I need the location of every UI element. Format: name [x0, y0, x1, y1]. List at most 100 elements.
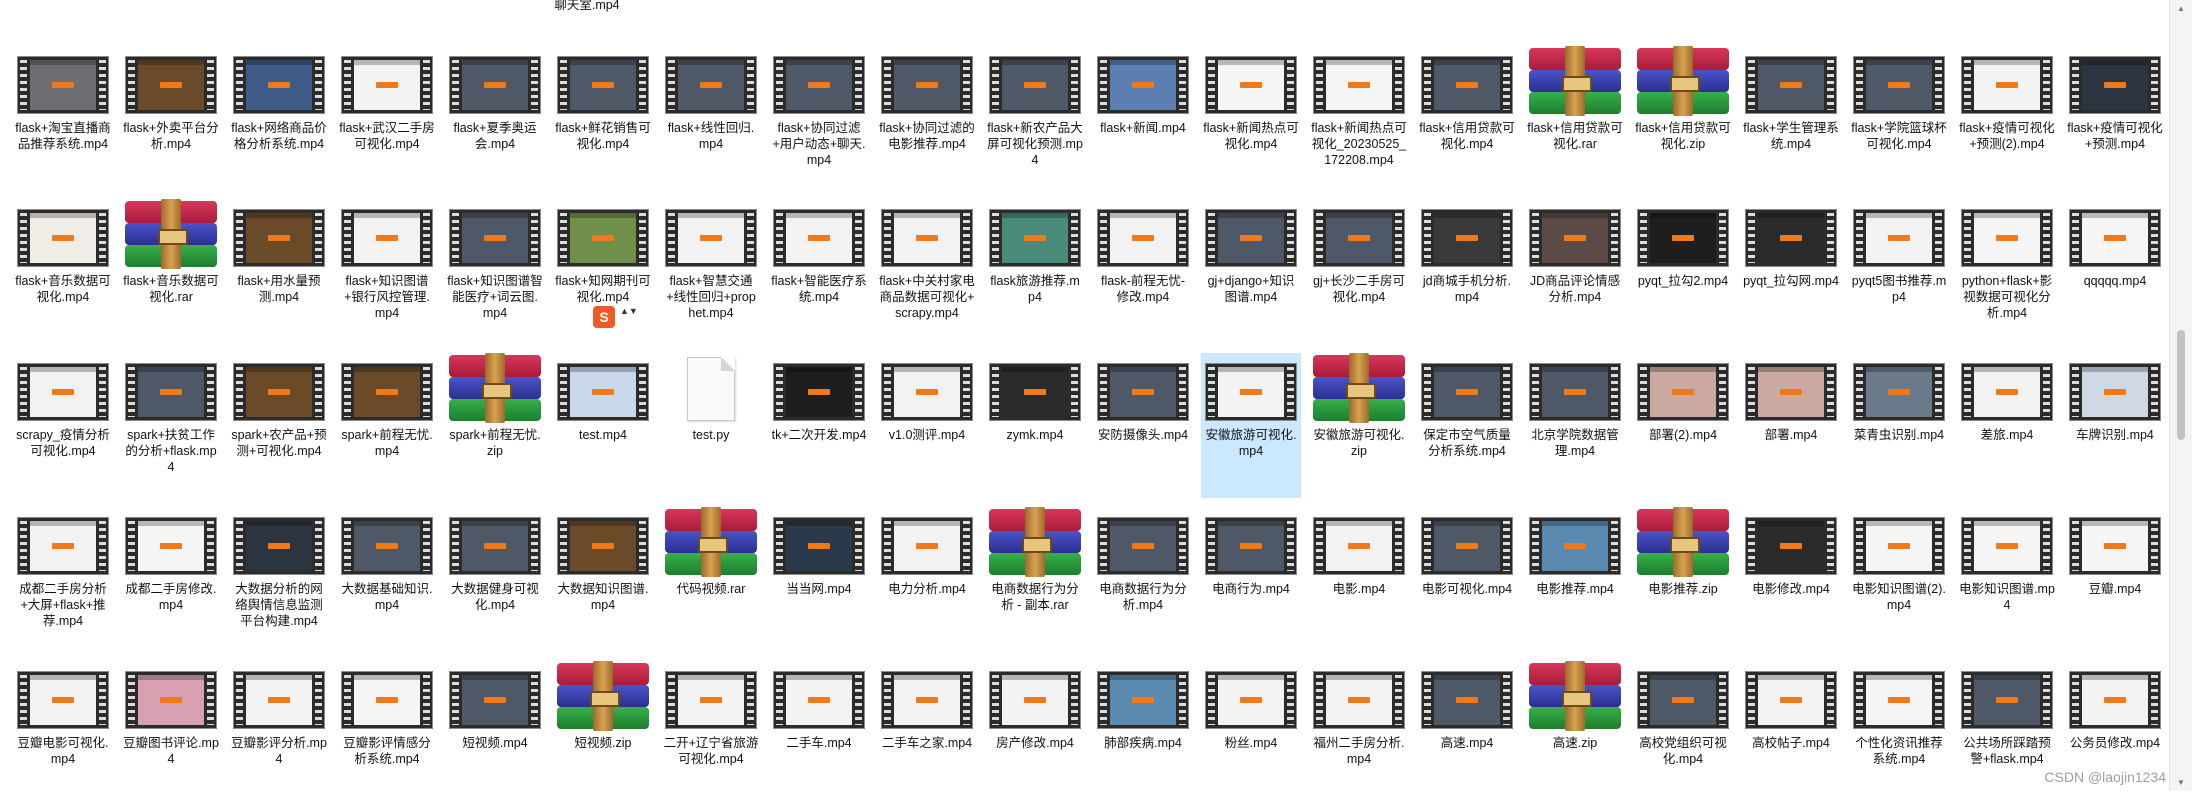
file-item[interactable]: 电商行为.mp4	[1201, 507, 1301, 652]
file-item[interactable]: pyqt5图书推荐.mp4	[1849, 199, 1949, 344]
file-item[interactable]: pyqt_拉勾网.mp4	[1741, 199, 1841, 344]
file-item[interactable]: flask+学生管理系统.mp4	[1741, 46, 1841, 191]
file-item[interactable]: 安徽旅游可视化.mp4	[1201, 353, 1301, 498]
file-item[interactable]: test.py	[661, 353, 761, 498]
file-item[interactable]: 车牌识别.mp4	[2065, 353, 2165, 498]
file-item[interactable]: python+flask+影视数据可视化分析.mp4	[1957, 199, 2057, 344]
file-item[interactable]: 电影可视化.mp4	[1417, 507, 1517, 652]
file-item[interactable]: flask+武汉二手房可视化.mp4	[337, 46, 437, 191]
file-item[interactable]: flask+疫情可视化+预测.mp4	[2065, 46, 2165, 191]
file-item[interactable]: flask-前程无忧-修改.mp4	[1093, 199, 1193, 344]
file-item[interactable]: 电影知识图谱.mp4	[1957, 507, 2057, 652]
file-item[interactable]: flask+智能医疗系统.mp4	[769, 199, 869, 344]
app-floating-icon[interactable]: S	[593, 306, 615, 328]
file-item[interactable]: spark+前程无忧.mp4	[337, 353, 437, 498]
file-item[interactable]: flask+新闻热点可视化_20230525_172208.mp4	[1309, 46, 1409, 191]
file-item[interactable]: JD商品评论情感分析.mp4	[1525, 199, 1625, 344]
file-item[interactable]: test.mp4	[553, 353, 653, 498]
file-item[interactable]: 短视频.mp4	[445, 661, 545, 806]
file-item[interactable]: 成都二手房修改.mp4	[121, 507, 221, 652]
file-item[interactable]: flask+用水量预测.mp4	[229, 199, 329, 344]
file-item[interactable]: 大数据分析的网络舆情信息监测平台构建.mp4	[229, 507, 329, 652]
file-item[interactable]: flask+中关村家电商品数据可视化+scrapy.mp4	[877, 199, 977, 344]
file-item[interactable]: flask+音乐数据可视化.mp4	[13, 199, 113, 344]
file-item[interactable]: 保定市空气质量分析系统.mp4	[1417, 353, 1517, 498]
file-item[interactable]: flask+线性回归.mp4	[661, 46, 761, 191]
file-item[interactable]: 电影推荐.mp4	[1525, 507, 1625, 652]
file-item[interactable]: 豆瓣影评情感分析系统.mp4	[337, 661, 437, 806]
file-item[interactable]: flask+知识图谱智能医疗+词云图.mp4	[445, 199, 545, 344]
file-item[interactable]: 房产修改.mp4	[985, 661, 1085, 806]
file-item[interactable]: 电影修改.mp4	[1741, 507, 1841, 652]
file-item[interactable]: 安徽旅游可视化.zip	[1309, 353, 1409, 498]
file-item[interactable]: qqqqq.mp4	[2065, 199, 2165, 344]
file-item[interactable]: flask+新农产品大屏可视化预测.mp4	[985, 46, 1085, 191]
file-item[interactable]: 当当网.mp4	[769, 507, 869, 652]
file-item[interactable]: v1.0测评.mp4	[877, 353, 977, 498]
file-item[interactable]: 豆瓣电影可视化.mp4	[13, 661, 113, 806]
file-item[interactable]: 部署(2).mp4	[1633, 353, 1733, 498]
file-item[interactable]: 高速.mp4	[1417, 661, 1517, 806]
scroll-down-icon[interactable]: ▼	[2176, 778, 2186, 787]
vertical-scrollbar[interactable]: ▲ ▼	[2169, 0, 2192, 791]
file-item[interactable]: flask+知识图谱+银行风控管理.mp4	[337, 199, 437, 344]
file-item[interactable]: 短视频.zip	[553, 661, 653, 806]
file-item[interactable]: 电商数据行为分析 - 副本.rar	[985, 507, 1085, 652]
stepper-arrows-icon[interactable]: ▲▼	[620, 306, 638, 316]
file-item[interactable]: 高校帖子.mp4	[1741, 661, 1841, 806]
file-item[interactable]: 大数据基础知识.mp4	[337, 507, 437, 652]
file-item[interactable]: spark+扶贫工作的分析+flask.mp4	[121, 353, 221, 498]
file-item[interactable]: flask+协同过滤+用户动态+聊天.mp4	[769, 46, 869, 191]
scroll-thumb[interactable]	[2177, 330, 2185, 440]
file-item[interactable]: jd商城手机分析.mp4	[1417, 199, 1517, 344]
file-item[interactable]: flask旅游推荐.mp4	[985, 199, 1085, 344]
file-item[interactable]: pyqt_拉勾2.mp4	[1633, 199, 1733, 344]
file-item[interactable]: 个性化资讯推荐系统.mp4	[1849, 661, 1949, 806]
file-item[interactable]: 高校党组织可视化.mp4	[1633, 661, 1733, 806]
file-item[interactable]: 二开+辽宁省旅游可视化.mp4	[661, 661, 761, 806]
file-item[interactable]: flask+信用贷款可视化.rar	[1525, 46, 1625, 191]
file-item[interactable]: 豆瓣影评分析.mp4	[229, 661, 329, 806]
file-item[interactable]: 粉丝.mp4	[1201, 661, 1301, 806]
file-item[interactable]: 二手车.mp4	[769, 661, 869, 806]
file-item[interactable]: flask+网络商品价格分析系统.mp4	[229, 46, 329, 191]
file-item[interactable]: scrapy_疫情分析可视化.mp4	[13, 353, 113, 498]
file-item[interactable]: 肺部疾病.mp4	[1093, 661, 1193, 806]
file-item[interactable]: 二手车之家.mp4	[877, 661, 977, 806]
file-label-partial[interactable]: 聊天室.mp4	[537, 0, 637, 13]
file-item[interactable]: spark+前程无忧.zip	[445, 353, 545, 498]
file-item[interactable]: 菜青虫识别.mp4	[1849, 353, 1949, 498]
file-item[interactable]: 公共场所踩踏预警+flask.mp4	[1957, 661, 2057, 806]
scroll-up-icon[interactable]: ▲	[2176, 4, 2186, 13]
file-item[interactable]: spark+农产品+预测+可视化.mp4	[229, 353, 329, 498]
file-item[interactable]: flask+淘宝直播商品推荐系统.mp4	[13, 46, 113, 191]
file-item[interactable]: flask+疫情可视化+预测(2).mp4	[1957, 46, 2057, 191]
file-item[interactable]: 豆瓣图书评论.mp4	[121, 661, 221, 806]
file-item[interactable]: 高速.zip	[1525, 661, 1625, 806]
file-item[interactable]: 电影知识图谱(2).mp4	[1849, 507, 1949, 652]
file-item[interactable]: 大数据健身可视化.mp4	[445, 507, 545, 652]
file-item[interactable]: gj+django+知识图谱.mp4	[1201, 199, 1301, 344]
file-item[interactable]: 电影.mp4	[1309, 507, 1409, 652]
file-item[interactable]: tk+二次开发.mp4	[769, 353, 869, 498]
file-item[interactable]: flask+鲜花销售可视化.mp4	[553, 46, 653, 191]
file-item[interactable]: flask+新闻.mp4	[1093, 46, 1193, 191]
file-item[interactable]: 电商数据行为分析.mp4	[1093, 507, 1193, 652]
file-item[interactable]: 安防摄像头.mp4	[1093, 353, 1193, 498]
file-item[interactable]: zymk.mp4	[985, 353, 1085, 498]
file-item[interactable]: gj+长沙二手房可视化.mp4	[1309, 199, 1409, 344]
file-item[interactable]: flask+信用贷款可视化.zip	[1633, 46, 1733, 191]
file-item[interactable]: 豆瓣.mp4	[2065, 507, 2165, 652]
file-item[interactable]: 电力分析.mp4	[877, 507, 977, 652]
file-item[interactable]: 大数据知识图谱.mp4	[553, 507, 653, 652]
file-item[interactable]: flask+学院篮球杯可视化.mp4	[1849, 46, 1949, 191]
file-item[interactable]: 电影推荐.zip	[1633, 507, 1733, 652]
file-item[interactable]: flask+协同过滤的电影推荐.mp4	[877, 46, 977, 191]
file-item[interactable]: 北京学院数据管理.mp4	[1525, 353, 1625, 498]
file-item[interactable]: 成都二手房分析+大屏+flask+推荐.mp4	[13, 507, 113, 652]
file-item[interactable]: 福州二手房分析.mp4	[1309, 661, 1409, 806]
file-item[interactable]: flask+夏季奥运会.mp4	[445, 46, 545, 191]
file-item[interactable]: flask+智慧交通+线性回归+prophet.mp4	[661, 199, 761, 344]
file-item[interactable]: 部署.mp4	[1741, 353, 1841, 498]
file-item[interactable]: flask+音乐数据可视化.rar	[121, 199, 221, 344]
